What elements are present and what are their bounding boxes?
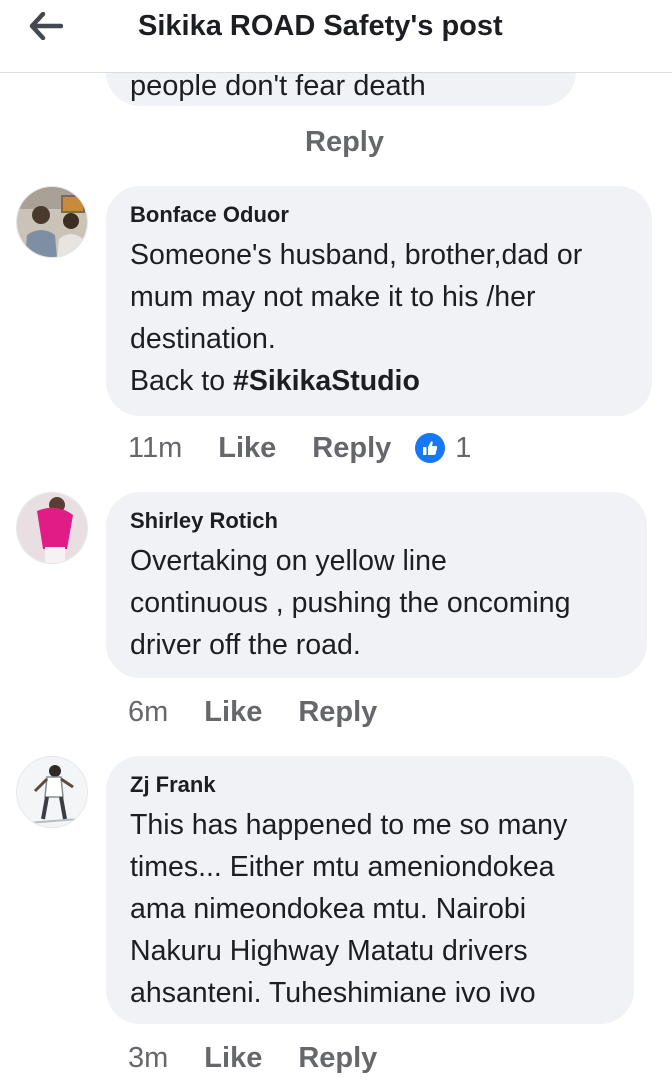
reply-button[interactable]: Reply (298, 696, 377, 729)
comment-text-line: ahsanteni. Tuheshimiane ivo ivo (130, 977, 536, 1009)
comment-text-line: continuous , pushing the oncoming (130, 587, 571, 619)
comment-author[interactable]: Bonface Oduor (130, 202, 628, 228)
like-button[interactable]: Like (218, 432, 276, 465)
comment-author[interactable]: Zj Frank (130, 772, 610, 798)
reaction-count: 1 (455, 431, 472, 464)
comment-text-line: mum may not make it to his /her (130, 281, 536, 313)
comment-actions-shirley-rotich: 6m Like Reply (128, 692, 413, 732)
arrow-left-icon (29, 12, 63, 40)
comment-text-line: ama nimeondokea mtu. Nairobi (130, 893, 527, 925)
top-bar: Sikika ROAD Safety's post (0, 0, 672, 73)
partial-comment-reply-button[interactable]: Reply (305, 126, 384, 159)
comment-text-line: Back to #SikikaStudio (130, 360, 628, 402)
thumbs-up-icon (415, 433, 446, 463)
avatar-zj-frank[interactable] (16, 756, 88, 828)
comment-bubble-zj-frank: Zj Frank This has happened to me so many… (106, 756, 634, 1024)
comment-timestamp: 11m (128, 431, 183, 464)
comment-text-line: This has happened to me so many (130, 809, 568, 841)
comment-text-line: Overtaking on yellow line (130, 545, 447, 577)
hashtag-link[interactable]: #SikikaStudio (233, 365, 420, 397)
comment-timestamp: 6m (128, 695, 169, 728)
post-comments-page: Sikika ROAD Safety's post people don't f… (0, 0, 672, 1080)
page-title: Sikika ROAD Safety's post (138, 10, 503, 42)
comment-text-line: Nakuru Highway Matatu drivers (130, 935, 528, 967)
comment-text-line: driver off the road. (130, 629, 361, 661)
avatar-image (17, 493, 87, 563)
comment-timestamp: 3m (128, 1041, 169, 1074)
reply-button[interactable]: Reply (312, 432, 391, 465)
comment-author[interactable]: Shirley Rotich (130, 508, 623, 534)
comment-bubble-shirley-rotich: Shirley Rotich Overtaking on yellow line… (106, 492, 647, 678)
comment-bubble-bonface-oduor: Bonface Oduor Someone's husband, brother… (106, 186, 652, 416)
comment-text-line: times... Either mtu ameniondokea (130, 851, 555, 883)
avatar-image (17, 757, 87, 827)
partial-comment-text: people don't fear death (130, 70, 426, 102)
like-button[interactable]: Like (204, 1042, 262, 1075)
avatar-bonface-oduor[interactable] (16, 186, 88, 258)
comment-text-prefix: Back to (130, 365, 233, 397)
reaction-summary[interactable]: 1 (415, 432, 471, 465)
comment-actions-bonface-oduor: 11m Like Reply 1 (128, 428, 471, 468)
back-button[interactable] (22, 6, 70, 46)
comment-actions-zj-frank: 3m Like Reply (128, 1038, 413, 1078)
comment-text-line: destination. (130, 323, 276, 355)
avatar-shirley-rotich[interactable] (16, 492, 88, 564)
reply-button[interactable]: Reply (298, 1042, 377, 1075)
avatar-image (17, 187, 87, 257)
comment-text-line: Someone's husband, brother,dad or (130, 239, 583, 271)
like-button[interactable]: Like (204, 696, 262, 729)
